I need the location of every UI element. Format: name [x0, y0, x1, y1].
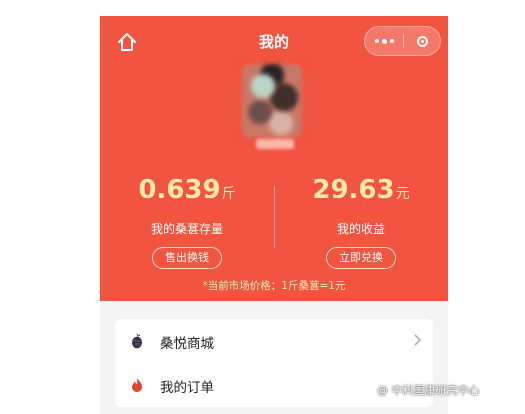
chevron-right-icon [413, 332, 423, 352]
more-menu-icon[interactable] [365, 27, 403, 55]
redeem-now-button[interactable]: 立即兑换 [326, 247, 396, 269]
mini-program-screen: 我的 0.639斤 我的桑葚存量 售出换钱 29.63元 我的收益 立即兑换 *… [100, 16, 448, 414]
storage-label: 我的桑葚存量 [150, 222, 223, 236]
menu-item-mall[interactable]: 桑悦商城 [115, 319, 433, 363]
menu-item-label: 桑悦商城 [160, 336, 214, 352]
market-price-note: *当前市场价格：1斤桑葚=1元 [202, 280, 346, 292]
storage-unit: 斤 [221, 186, 236, 202]
income-value: 29.63元 [312, 175, 410, 205]
income-stat: 29.63元 我的收益 立即兑换 [274, 174, 448, 269]
profile-header: 我的 0.639斤 我的桑葚存量 售出换钱 29.63元 我的收益 立即兑换 *… [100, 16, 448, 301]
user-name-blurred [256, 139, 294, 149]
sell-for-cash-button[interactable]: 售出换钱 [152, 247, 222, 269]
storage-stat: 0.639斤 我的桑葚存量 售出换钱 [100, 174, 274, 269]
flame-icon [129, 377, 145, 393]
close-program-icon[interactable] [404, 27, 440, 55]
storage-value: 0.639斤 [138, 175, 236, 205]
source-watermark: @ 中科国康研究中心 [377, 384, 480, 397]
mini-program-capsule [364, 26, 441, 56]
income-label: 我的收益 [336, 222, 385, 236]
income-unit: 元 [395, 186, 410, 202]
mulberry-icon [129, 333, 145, 349]
avatar[interactable] [242, 64, 302, 138]
menu-item-label: 我的订单 [160, 380, 214, 396]
